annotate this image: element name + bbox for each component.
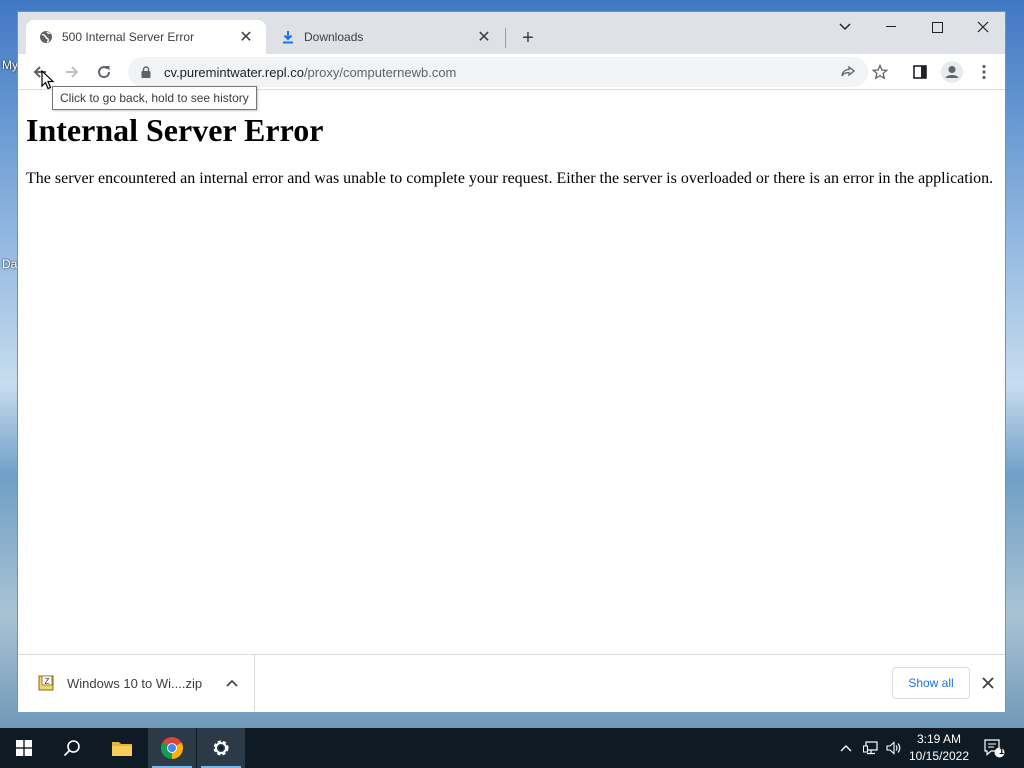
- desktop-icon-label[interactable]: Da: [2, 257, 17, 271]
- mouse-cursor-icon: [41, 69, 55, 93]
- settings-taskbar-button[interactable]: [197, 728, 245, 768]
- reload-button[interactable]: [90, 58, 118, 86]
- svg-text:Z: Z: [45, 677, 50, 686]
- close-tab-icon[interactable]: ✕: [476, 29, 492, 46]
- page-content: Internal Server Error The server encount…: [18, 91, 1005, 654]
- notification-count-badge: 1: [998, 746, 1004, 756]
- url-text[interactable]: cv.puremintwater.repl.co/proxy/computern…: [164, 65, 456, 80]
- bookmark-star-icon[interactable]: [866, 58, 894, 86]
- minimize-button[interactable]: [868, 12, 914, 42]
- forward-button[interactable]: [58, 58, 86, 86]
- page-title: Internal Server Error: [26, 112, 324, 148]
- zip-file-icon: Z: [38, 675, 54, 691]
- gear-icon: [213, 740, 229, 756]
- close-downloads-bar-icon[interactable]: [976, 671, 1000, 695]
- taskbar-clock[interactable]: 3:19 AM 10/15/2022: [903, 731, 975, 765]
- clock-date: 10/15/2022: [908, 749, 970, 763]
- tab-internal-server-error[interactable]: 500 Internal Server Error ✕: [26, 20, 266, 54]
- maximize-button[interactable]: [914, 12, 960, 42]
- close-tab-icon[interactable]: ✕: [238, 29, 254, 46]
- clock-time: 3:19 AM: [916, 732, 962, 746]
- windows-logo-icon: [16, 740, 32, 756]
- browser-toolbar: cv.puremintwater.repl.co/proxy/computern…: [18, 54, 1005, 90]
- volume-icon[interactable]: [884, 728, 904, 768]
- search-icon: [63, 740, 80, 757]
- back-button-tooltip: Click to go back, hold to see history: [52, 86, 257, 110]
- chrome-icon: [161, 737, 183, 759]
- show-all-button[interactable]: Show all: [892, 667, 970, 699]
- network-icon[interactable]: [860, 728, 882, 768]
- chrome-taskbar-button[interactable]: [148, 728, 196, 768]
- download-item[interactable]: Z Windows 10 to Wi....zip: [18, 655, 255, 711]
- globe-icon: [38, 29, 54, 45]
- download-icon: [280, 29, 296, 45]
- download-file-name: Windows 10 to Wi....zip: [67, 675, 203, 691]
- downloads-bar: Z Windows 10 to Wi....zip Show all: [18, 654, 1005, 712]
- tab-search-icon[interactable]: [822, 12, 868, 42]
- browser-window: 500 Internal Server Error ✕ Downloads ✕ …: [17, 11, 1006, 712]
- taskbar: 3:19 AM 10/15/2022 1: [0, 728, 1024, 768]
- side-panel-icon[interactable]: [906, 58, 934, 86]
- search-button[interactable]: [48, 728, 96, 768]
- chevron-up-icon[interactable]: [222, 673, 242, 693]
- close-window-button[interactable]: [960, 12, 1006, 42]
- tab-separator: [505, 28, 506, 48]
- menu-dots-icon[interactable]: [970, 58, 998, 86]
- address-bar[interactable]: cv.puremintwater.repl.co/proxy/computern…: [128, 57, 868, 87]
- profile-avatar-icon[interactable]: [938, 58, 966, 86]
- share-icon[interactable]: [834, 58, 862, 86]
- tab-downloads[interactable]: Downloads ✕: [268, 20, 504, 54]
- lock-icon[interactable]: [138, 64, 154, 80]
- url-host: cv.puremintwater.repl.co: [164, 64, 304, 80]
- notification-center-icon[interactable]: 1: [980, 728, 1008, 768]
- show-hidden-icons-chevron-icon[interactable]: [836, 728, 856, 768]
- start-button[interactable]: [0, 728, 48, 768]
- error-message: The server encountered an internal error…: [26, 170, 994, 187]
- file-explorer-button[interactable]: [98, 728, 146, 768]
- folder-icon: [112, 742, 132, 756]
- tab-title: 500 Internal Server Error: [62, 30, 195, 44]
- new-tab-button[interactable]: +: [515, 25, 541, 51]
- tab-strip: 500 Internal Server Error ✕ Downloads ✕ …: [18, 12, 1005, 54]
- url-path: /proxy/computernewb.com: [303, 64, 457, 80]
- desktop-icon-label[interactable]: My: [2, 58, 18, 72]
- tab-title: Downloads: [304, 30, 364, 44]
